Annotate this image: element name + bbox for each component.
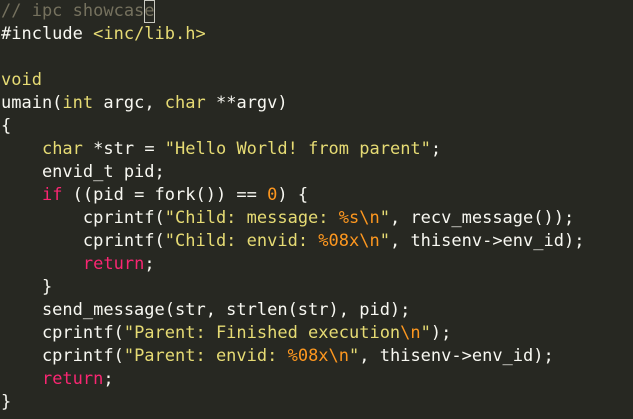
code-token-default: , thisenv->env_id); [359,346,554,366]
code-token-type: char [164,93,206,113]
code-token-string: "Parent: envid: [123,346,288,366]
code-token-default: ) { [277,185,309,205]
code-line[interactable]: return; [1,253,155,276]
code-token-escape: %s\n [338,208,380,228]
code-line[interactable]: send_message(str, strlen(str), pid); [1,299,410,322]
code-line[interactable]: cprintf("Parent: Finished execution\n"); [1,322,451,345]
code-token-keyword: return [41,369,104,389]
code-token-escape: %08x\n [287,346,350,366]
code-token-number: 0 [267,185,278,205]
code-token-default: **argv) [205,93,288,113]
code-token-default: , recv_message()); [389,208,575,228]
code-token-default: #include [1,24,94,44]
code-token-keyword: return [82,254,145,274]
code-token-keyword: if [41,185,63,205]
code-line[interactable]: return; [1,368,114,391]
code-token-default: } [1,392,12,412]
code-line[interactable]: cprintf("Parent: envid: %08x\n", thisenv… [1,345,554,368]
code-token-default: send_message(str, strlen(str), pid); [1,300,411,320]
code-token-type: void [1,70,42,90]
code-token-default: cprintf( [1,208,165,228]
code-line[interactable]: { [1,115,11,138]
code-token-default: umain( [1,93,63,113]
code-token-type: int [62,93,94,113]
code-line[interactable]: umain(int argc, char **argv) [1,92,288,115]
code-token-escape: \n [400,323,421,343]
code-token-escape: %08x\n [318,231,380,251]
code-token-default [1,139,42,159]
code-token-default: cprintf( [1,323,124,343]
code-editor[interactable]: // ipc showcase #include <inc/lib.h> void u… [0,0,633,419]
code-line[interactable]: // ipc showcase [1,0,155,23]
code-line[interactable]: cprintf("Child: message: %s\n", recv_mes… [1,207,574,230]
code-line[interactable]: void [1,69,42,92]
code-token-default [1,254,83,274]
code-token-default: envid_t pid; [1,162,165,182]
code-token-default: argc, [93,93,165,113]
text-cursor: e [144,0,155,23]
code-token-default: ); [430,323,452,343]
code-line[interactable]: #include <inc/lib.h> [1,23,206,46]
code-token-default: { [1,116,12,136]
code-token-default: *str = [82,139,165,159]
code-token-include_path: <inc/lib.h> [93,24,206,44]
code-token-type: char [41,139,83,159]
code-token-default: } [1,277,53,297]
code-line[interactable]: char *str = "Hello World! from parent"; [1,138,441,161]
code-line[interactable]: } [1,391,11,414]
code-token-string: "Hello World! from parent" [164,139,431,159]
code-token-default: , thisenv->env_id); [389,231,585,251]
code-line[interactable]: envid_t pid; [1,161,165,184]
code-token-string: "Child: message: [164,208,339,228]
code-token-string: "Child: envid: [164,231,319,251]
code-token-default: cprintf( [1,346,124,366]
code-token-comment: // ipc showcas [1,1,145,21]
code-token-string: " [420,323,431,343]
code-token-default: ; [103,369,114,389]
code-token-default: cprintf( [1,231,165,251]
code-token-default [1,369,42,389]
code-token-string: "Parent: Finished execution [123,323,401,343]
code-token-string: " [379,208,390,228]
code-token-string: " [379,231,390,251]
code-token-string: " [349,346,360,366]
code-line[interactable]: if ((pid = fork()) == 0) { [1,184,308,207]
code-token-default: ; [144,254,155,274]
code-token-default: ((pid = fork()) == [62,185,268,205]
code-line[interactable]: } [1,276,52,299]
code-line[interactable]: cprintf("Child: envid: %08x\n", thisenv-… [1,230,585,253]
code-token-default: ; [430,139,442,159]
code-token-default [1,185,42,205]
